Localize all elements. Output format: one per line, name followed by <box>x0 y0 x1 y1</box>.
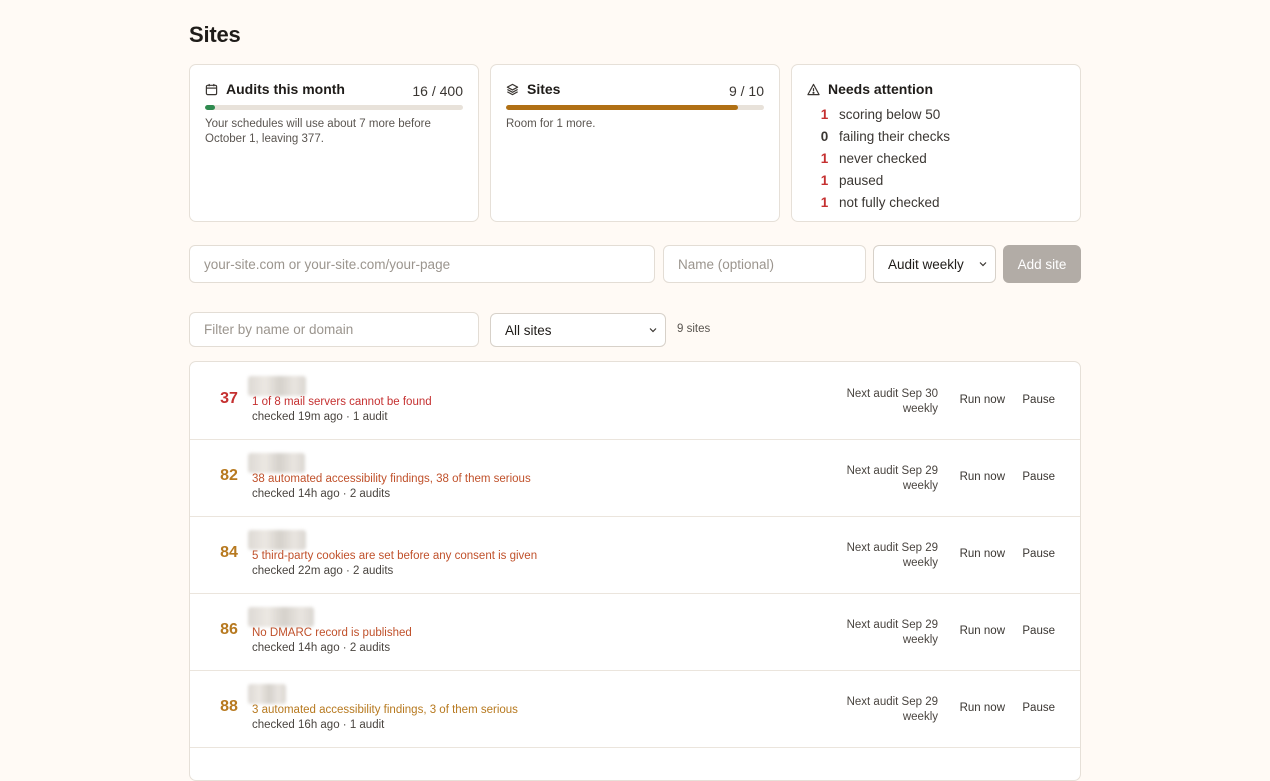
site-meta: checked 22m ago · 2 audits <box>252 565 394 577</box>
scope-select-value: All sites <box>505 322 552 338</box>
site-score: 86 <box>220 621 238 638</box>
next-audit-date: Next audit Sep 29 <box>846 619 938 631</box>
audits-card-title: Audits this month <box>226 81 345 97</box>
run-now-button[interactable]: Run now <box>960 548 1005 560</box>
attention-item-count: 1 <box>820 172 829 188</box>
site-row[interactable]: 37 1 of 8 mail servers cannot be found che… <box>190 362 1080 440</box>
pause-button[interactable]: Pause <box>1022 394 1055 406</box>
site-finding: 5 third-party cookies are set before any… <box>252 550 538 562</box>
sites-progress-bar <box>506 105 764 110</box>
next-audit: Next audit Sep 29 weekly <box>847 695 938 725</box>
site-score: 82 <box>220 467 238 484</box>
site-meta: checked 14h ago · 2 audits <box>252 642 391 654</box>
attention-item: 1 scoring below 50 <box>817 104 950 126</box>
add-site-button[interactable]: Add site <box>1003 245 1081 283</box>
run-now-button[interactable]: Run now <box>960 702 1005 714</box>
warning-icon <box>807 83 821 97</box>
attention-card: Needs attention 1 scoring below 50 0 failin… <box>791 64 1081 222</box>
attention-item-count: 0 <box>820 129 829 145</box>
frequency-select[interactable]: Audit weekly <box>873 245 996 283</box>
chevron-down-icon <box>979 262 987 267</box>
attention-item-count: 1 <box>820 194 829 210</box>
site-list: 37 1 of 8 mail servers cannot be found che… <box>189 361 1081 781</box>
next-audit-date: Next audit Sep 30 <box>846 388 938 400</box>
site-row[interactable]: 88 3 automated accessibility findings, 3 … <box>190 670 1080 748</box>
site-meta: checked 19m ago · 1 audit <box>252 411 388 423</box>
next-audit-frequency: weekly <box>902 711 938 723</box>
sites-progress-fill <box>506 105 739 110</box>
audits-card: Audits this month 16 / 400 Your schedule… <box>189 64 479 222</box>
chevron-down-icon <box>649 328 657 333</box>
next-audit-frequency: weekly <box>902 557 938 569</box>
page-title: Sites <box>189 22 241 47</box>
next-audit: Next audit Sep 30 weekly <box>847 387 938 417</box>
attention-item: 0 failing their checks <box>817 126 950 148</box>
site-count: 9 sites <box>677 323 711 335</box>
attention-item-label: never checked <box>839 150 927 166</box>
site-name-input[interactable]: Name (optional) <box>663 245 866 283</box>
run-now-button[interactable]: Run now <box>960 471 1005 483</box>
next-audit-frequency: weekly <box>902 403 938 415</box>
attention-item: 1 not fully checked <box>817 191 950 213</box>
next-audit-frequency: weekly <box>902 480 938 492</box>
site-url-input[interactable]: your-site.com or your-site.com/your-page <box>189 245 655 283</box>
sites-count: 9 / 10 <box>728 83 764 99</box>
site-score: 88 <box>220 698 238 715</box>
pause-button[interactable]: Pause <box>1022 625 1055 637</box>
next-audit: Next audit Sep 29 weekly <box>847 618 938 648</box>
attention-item: 1 never checked <box>817 148 950 170</box>
frequency-select-value: Audit weekly <box>888 256 964 272</box>
audits-note: Your schedules will use about 7 more bef… <box>205 118 431 145</box>
audits-count: 16 / 400 <box>412 83 463 99</box>
next-audit-frequency: weekly <box>902 634 938 646</box>
site-row[interactable]: 84 5 third-party cookies are set before a… <box>190 516 1080 594</box>
attention-item-count: 1 <box>820 107 829 123</box>
pause-button[interactable]: Pause <box>1022 471 1055 483</box>
attention-item-label: not fully checked <box>839 194 940 210</box>
run-now-button[interactable]: Run now <box>960 394 1005 406</box>
scope-select[interactable]: All sites <box>490 313 666 347</box>
calendar-icon <box>205 83 219 97</box>
attention-card-title: Needs attention <box>828 81 934 97</box>
site-name-redacted <box>248 530 306 550</box>
pause-button[interactable]: Pause <box>1022 548 1055 560</box>
audits-progress-bar <box>205 105 463 110</box>
layers-icon <box>506 83 520 97</box>
site-name-redacted <box>248 607 314 627</box>
audits-progress-fill <box>205 105 216 110</box>
site-meta: checked 14h ago · 2 audits <box>252 488 391 500</box>
sites-note: Room for 1 more. <box>506 118 596 130</box>
site-row[interactable]: 86 No DMARC record is published checked 14… <box>190 593 1080 671</box>
sites-card-title: Sites <box>527 81 561 97</box>
pause-button[interactable]: Pause <box>1022 702 1055 714</box>
filter-input[interactable]: Filter by name or domain <box>189 312 479 347</box>
next-audit: Next audit Sep 29 weekly <box>847 464 938 494</box>
next-audit-date: Next audit Sep 29 <box>846 696 938 708</box>
next-audit-date: Next audit Sep 29 <box>846 465 938 477</box>
site-finding: 1 of 8 mail servers cannot be found <box>252 396 432 408</box>
site-finding: No DMARC record is published <box>252 627 412 639</box>
site-score: 37 <box>220 390 238 407</box>
sites-card: Sites 9 / 10 Room for 1 more. <box>490 64 780 222</box>
site-finding: 38 automated accessibility findings, 38 … <box>252 473 531 485</box>
site-row[interactable]: 82 38 automated accessibility findings, 3… <box>190 439 1080 517</box>
attention-item-count: 1 <box>820 150 829 166</box>
attention-item: 1 paused <box>817 169 950 191</box>
attention-list: 1 scoring below 50 0 failing their checks 1 n… <box>817 104 950 213</box>
next-audit-date: Next audit Sep 29 <box>846 542 938 554</box>
site-name-redacted <box>248 376 306 396</box>
next-audit: Next audit Sep 29 weekly <box>847 541 938 571</box>
attention-item-label: failing their checks <box>839 129 951 145</box>
attention-item-label: scoring below 50 <box>839 107 941 123</box>
site-name-redacted <box>248 453 305 473</box>
run-now-button[interactable]: Run now <box>960 625 1005 637</box>
site-name-redacted <box>248 684 286 704</box>
attention-item-label: paused <box>839 172 884 188</box>
site-meta: checked 16h ago · 1 audit <box>252 719 385 731</box>
site-finding: 3 automated accessibility findings, 3 of… <box>252 704 518 716</box>
site-score: 84 <box>220 544 238 561</box>
